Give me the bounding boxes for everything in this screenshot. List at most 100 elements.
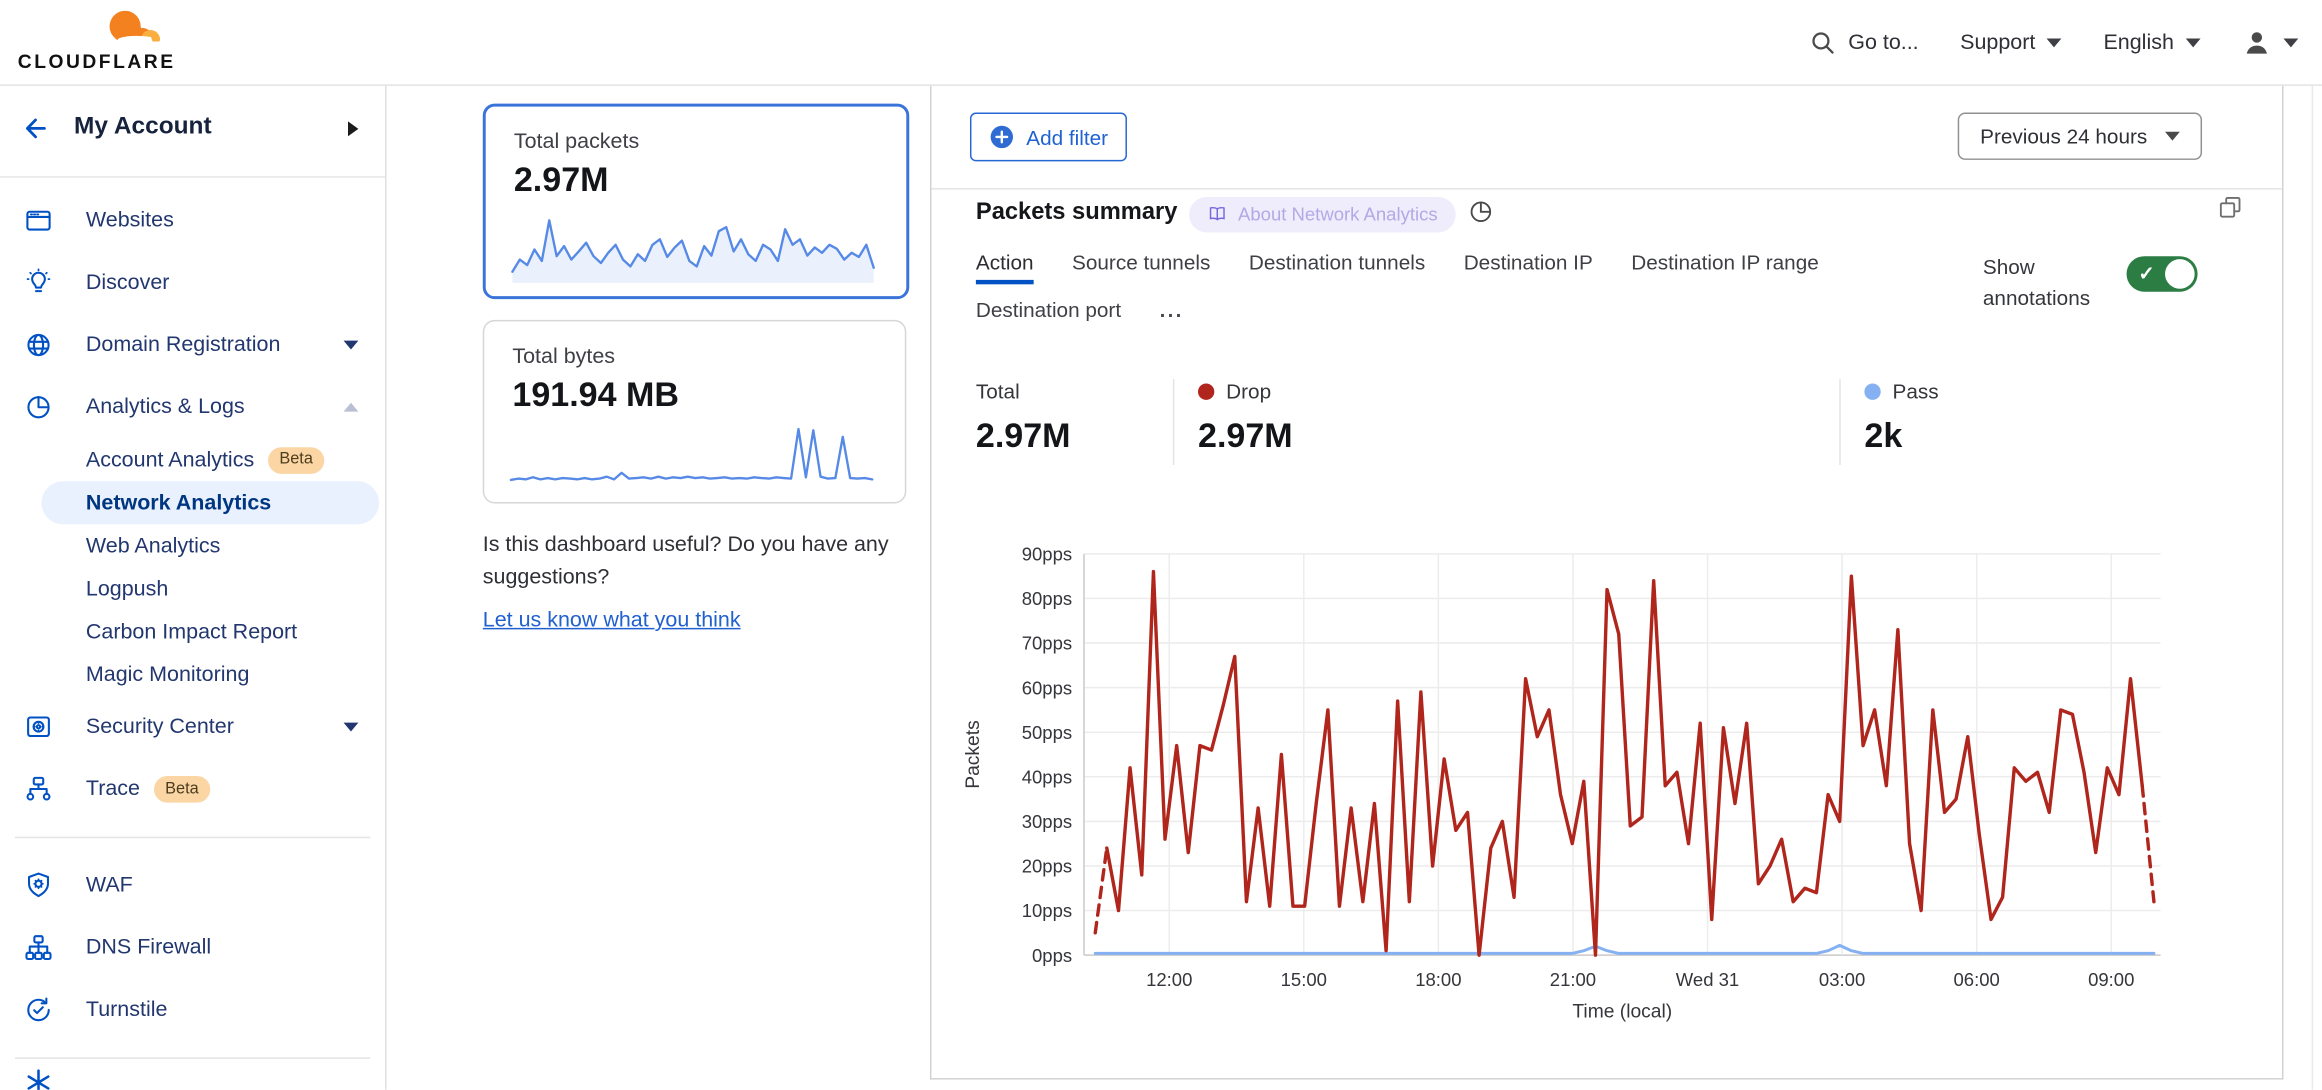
total-packets-card[interactable]: Total packets 2.97M	[483, 104, 909, 299]
go-to-search[interactable]: Go to...	[1810, 29, 1919, 56]
panel-title: Packets summary	[976, 200, 1178, 227]
stat-divider	[1173, 379, 1174, 465]
trace-icon	[24, 774, 54, 804]
tab-destination-port[interactable]: Destination port	[976, 298, 1121, 332]
websites-icon	[24, 206, 54, 236]
sidebar-item-trace[interactable]: TraceBeta	[0, 758, 385, 820]
account-menu[interactable]	[2242, 27, 2298, 57]
analytics-pie-icon[interactable]	[1468, 198, 1495, 225]
show-annotations-label: Show annotations	[1983, 252, 2119, 314]
sidebar-divider	[15, 1057, 370, 1058]
add-filter-button[interactable]: Add filter	[970, 113, 1127, 162]
support-menu[interactable]: Support	[1960, 30, 2062, 54]
cloudflare-logo[interactable]: CLOUDFLARE	[15, 6, 208, 80]
sidebar-item-dns-firewall[interactable]: DNS Firewall	[0, 917, 385, 979]
svg-text:21:00: 21:00	[1550, 969, 1596, 990]
svg-text:90pps: 90pps	[1022, 544, 1072, 565]
sidebar-item-discover[interactable]: Discover	[0, 252, 385, 314]
stat-drop: Drop 2.97M	[1198, 379, 1293, 456]
dns-icon	[24, 933, 54, 963]
about-network-analytics-tag[interactable]: About Network Analytics	[1189, 197, 1455, 233]
tab-source-tunnels[interactable]: Source tunnels	[1072, 250, 1210, 284]
tab-destination-ip[interactable]: Destination IP	[1464, 250, 1593, 284]
toggle-knob	[2165, 259, 2195, 289]
beta-badge: Beta	[153, 776, 210, 803]
tab-action[interactable]: Action	[976, 250, 1034, 284]
chevron-down-icon	[2047, 38, 2062, 47]
user-avatar-icon	[2242, 27, 2272, 57]
sidebar-item-label: Discover	[86, 271, 170, 295]
expand-panel-icon[interactable]	[2217, 194, 2244, 221]
sidebar-item-logpush[interactable]: Logpush	[0, 567, 385, 610]
sidebar-divider	[15, 837, 370, 838]
sidebar-item-carbon-impact-report[interactable]: Carbon Impact Report	[0, 610, 385, 653]
stat-label: Drop	[1226, 379, 1271, 403]
sidebar-item-account-analytics[interactable]: Account Analytics Beta	[0, 438, 385, 481]
add-filter-label: Add filter	[1026, 125, 1108, 149]
sidebar-item-domain-registration[interactable]: Domain Registration	[0, 314, 385, 376]
pass-legend-dot	[1864, 383, 1880, 399]
chevron-down-icon	[344, 723, 359, 732]
beta-badge: Beta	[268, 446, 325, 473]
svg-text:40pps: 40pps	[1022, 766, 1072, 787]
stat-pass: Pass2k	[1864, 379, 1938, 456]
feedback-question: Is this dashboard useful? Do you have an…	[483, 533, 889, 589]
about-tag-label: About Network Analytics	[1238, 204, 1438, 225]
ip-addresses-icon[interactable]	[24, 1065, 54, 1090]
turnstile-icon	[24, 995, 54, 1025]
filter-toolbar: Add filter Previous 24 hours	[931, 84, 2282, 189]
sidebar-item-analytics-logs[interactable]: Analytics & Logs	[0, 376, 385, 438]
time-range-dropdown[interactable]: Previous 24 hours	[1958, 113, 2202, 160]
packets-summary-panel: Add filter Previous 24 hours Packets sum…	[930, 84, 2284, 1079]
sidebar-item-label: Websites	[86, 209, 174, 233]
account-name: My Account	[74, 113, 212, 141]
svg-text:09:00: 09:00	[2088, 969, 2134, 990]
sidebar-item-magic-monitoring[interactable]: Magic Monitoring	[0, 653, 385, 696]
sidebar-item-waf[interactable]: WAF	[0, 854, 385, 916]
stat-value: 2.97M	[1198, 416, 1293, 456]
card-title: Total bytes	[512, 345, 615, 369]
tab-destination-ip-range[interactable]: Destination IP range	[1631, 250, 1818, 284]
total-bytes-card[interactable]: Total bytes 191.94 MB	[483, 320, 907, 504]
search-icon	[1810, 29, 1837, 56]
stat-value: 2.97M	[976, 416, 1071, 456]
sidebar-item-label: Security Center	[86, 715, 234, 739]
sidebar-item-web-analytics[interactable]: Web Analytics	[0, 524, 385, 567]
chevron-right-icon[interactable]	[348, 121, 358, 136]
check-icon: ✓	[2138, 262, 2154, 286]
language-menu[interactable]: English	[2103, 30, 2200, 54]
svg-text:80pps: 80pps	[1022, 588, 1072, 609]
sidebar-item-websites[interactable]: Websites	[0, 190, 385, 252]
top-navigation-bar: CLOUDFLARE Go to... Support English	[0, 0, 2322, 86]
show-annotations-toggle[interactable]: ✓	[2127, 256, 2198, 292]
sidebar-item-label: Domain Registration	[86, 333, 281, 357]
language-label: English	[2103, 30, 2173, 54]
feedback-link[interactable]: Let us know what you think	[483, 606, 741, 638]
stat-label: Pass	[1893, 379, 1939, 403]
feedback-block: Is this dashboard useful? Do you have an…	[483, 530, 921, 637]
svg-text:0pps: 0pps	[1032, 945, 1072, 966]
go-to-label: Go to...	[1848, 30, 1918, 54]
packets-sparkline	[506, 209, 879, 286]
svg-text:Packets: Packets	[963, 720, 984, 788]
sidebar-item-turnstile[interactable]: Turnstile	[0, 979, 385, 1041]
stat-divider	[1839, 379, 1840, 465]
svg-text:60pps: 60pps	[1022, 677, 1072, 698]
book-icon	[1207, 204, 1228, 225]
tab-overflow-menu[interactable]: ...	[1160, 298, 1184, 332]
stat-total: Total2.97M	[976, 379, 1071, 456]
card-value: 191.94 MB	[512, 375, 679, 415]
chevron-down-icon	[2186, 38, 2201, 47]
back-arrow-icon[interactable]	[21, 114, 51, 144]
account-header[interactable]: My Account	[0, 84, 385, 177]
chevron-down-icon	[344, 341, 359, 350]
sidebar-item-label: Carbon Impact Report	[86, 620, 297, 644]
sidebar-item-label: WAF	[86, 874, 133, 898]
sidebar-item-label: Magic Monitoring	[86, 663, 250, 687]
tab-destination-tunnels[interactable]: Destination tunnels	[1249, 250, 1425, 284]
sidebar-item-security-center[interactable]: Security Center	[0, 696, 385, 758]
sidebar-item-label: Web Analytics	[86, 534, 220, 558]
sidebar-item-network-analytics[interactable]: Network Analytics	[41, 481, 379, 524]
sidebar-item-label: Account Analytics	[86, 448, 254, 472]
svg-text:03:00: 03:00	[1819, 969, 1865, 990]
